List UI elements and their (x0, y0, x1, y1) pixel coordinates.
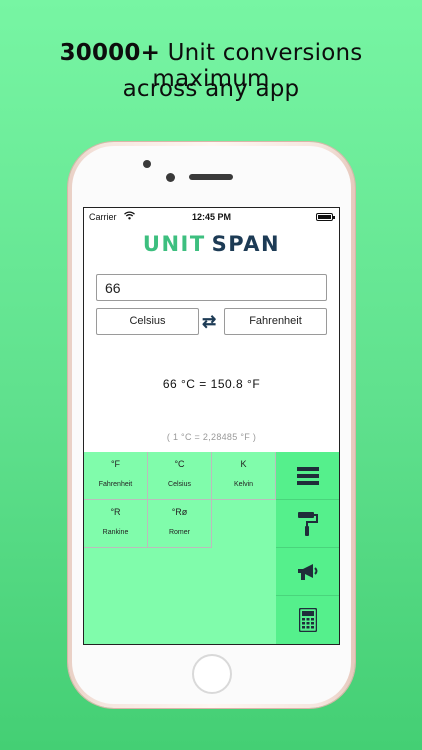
home-button[interactable] (192, 654, 232, 694)
unit-cell-celsius[interactable]: °C Celsius (148, 452, 212, 500)
from-unit-button[interactable]: Celsius (96, 308, 199, 335)
unit-symbol: K (240, 459, 247, 469)
unit-symbol: °R (110, 507, 121, 517)
megaphone-icon (297, 563, 317, 580)
unit-name: Fahrenheit (98, 481, 133, 488)
value-input[interactable] (96, 274, 327, 301)
conversion-result: 66 °C = 150.8 °F (162, 377, 261, 391)
conversion-ratio: ( 1 °C = 2,28485 °F ) (166, 432, 257, 442)
calculator-button[interactable] (276, 596, 339, 644)
headline-bold: 30000+ (59, 40, 161, 66)
status-bar: Carrier 12:45 PM (84, 208, 339, 226)
theme-button[interactable] (276, 500, 339, 548)
unit-symbol: °C (174, 459, 185, 469)
side-toolbar (276, 452, 339, 644)
front-camera-icon (166, 173, 175, 182)
unit-symbol: °F (110, 459, 121, 469)
unit-grid: °F Fahrenheit °C Celsius K Kelvin °R Ran… (84, 452, 276, 644)
unit-symbol: °Rø (171, 507, 188, 517)
logo-unit: UNIT (142, 232, 206, 256)
unit-cell-romer[interactable]: °Rø Romer (148, 500, 212, 548)
menu-button[interactable] (276, 452, 339, 500)
unit-cell-fahrenheit[interactable]: °F Fahrenheit (84, 452, 148, 500)
to-unit-button[interactable]: Fahrenheit (224, 308, 327, 335)
swap-icon[interactable]: ⇄ (202, 312, 216, 332)
app-screen: Carrier 12:45 PM UNITSPAN Celsius ⇄ Fahr… (83, 207, 340, 645)
headline-line-2: across any app (122, 76, 300, 102)
calculator-icon (298, 608, 317, 632)
menu-icon (296, 466, 319, 485)
front-sensor-icon (143, 160, 151, 168)
unit-name: Celsius (168, 481, 191, 488)
unit-name: Rankine (102, 529, 129, 536)
app-logo: UNIT SPAN (84, 232, 339, 256)
paint-roller-icon (297, 511, 318, 536)
battery-icon (316, 213, 335, 221)
unit-cell-kelvin[interactable]: K Kelvin (212, 452, 276, 500)
status-time: 12:45 PM (191, 212, 232, 222)
unit-cell-rankine[interactable]: °R Rankine (84, 500, 148, 548)
unit-name: Romer (168, 529, 190, 536)
share-button[interactable] (276, 548, 339, 596)
logo-span: SPAN (211, 232, 281, 256)
unit-name: Kelvin (233, 481, 254, 488)
earpiece-icon (189, 174, 233, 180)
